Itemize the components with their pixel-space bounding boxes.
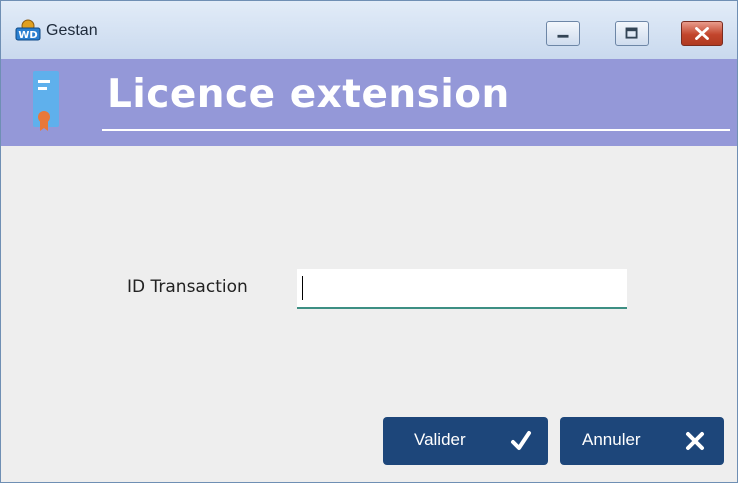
minimize-icon: [557, 34, 569, 38]
validate-button-label: Valider: [414, 430, 466, 449]
window-title: Gestan: [46, 22, 98, 39]
certificate-document-icon: [33, 71, 59, 131]
text-caret: [302, 276, 303, 300]
title-underline: [102, 129, 730, 131]
transaction-id-label: ID Transaction: [127, 277, 248, 297]
cancel-button[interactable]: Annuler: [560, 417, 724, 465]
svg-text:WD: WD: [18, 30, 37, 41]
transaction-id-input[interactable]: [297, 269, 627, 309]
cross-icon: [686, 432, 704, 450]
close-button[interactable]: [681, 21, 723, 46]
checkmark-icon: [511, 431, 531, 450]
validate-button[interactable]: Valider: [383, 417, 548, 465]
maximize-button[interactable]: [615, 21, 649, 46]
maximize-icon: [625, 27, 638, 39]
cancel-button-label: Annuler: [582, 430, 641, 449]
close-icon: [695, 27, 709, 40]
page-title: Licence extension: [107, 72, 510, 117]
dialog-window: WD Gestan Licence extension ID Transacti…: [0, 0, 738, 483]
minimize-button[interactable]: [546, 21, 580, 46]
title-bar[interactable]: WD Gestan: [1, 1, 737, 59]
app-icon: WD: [15, 19, 41, 41]
